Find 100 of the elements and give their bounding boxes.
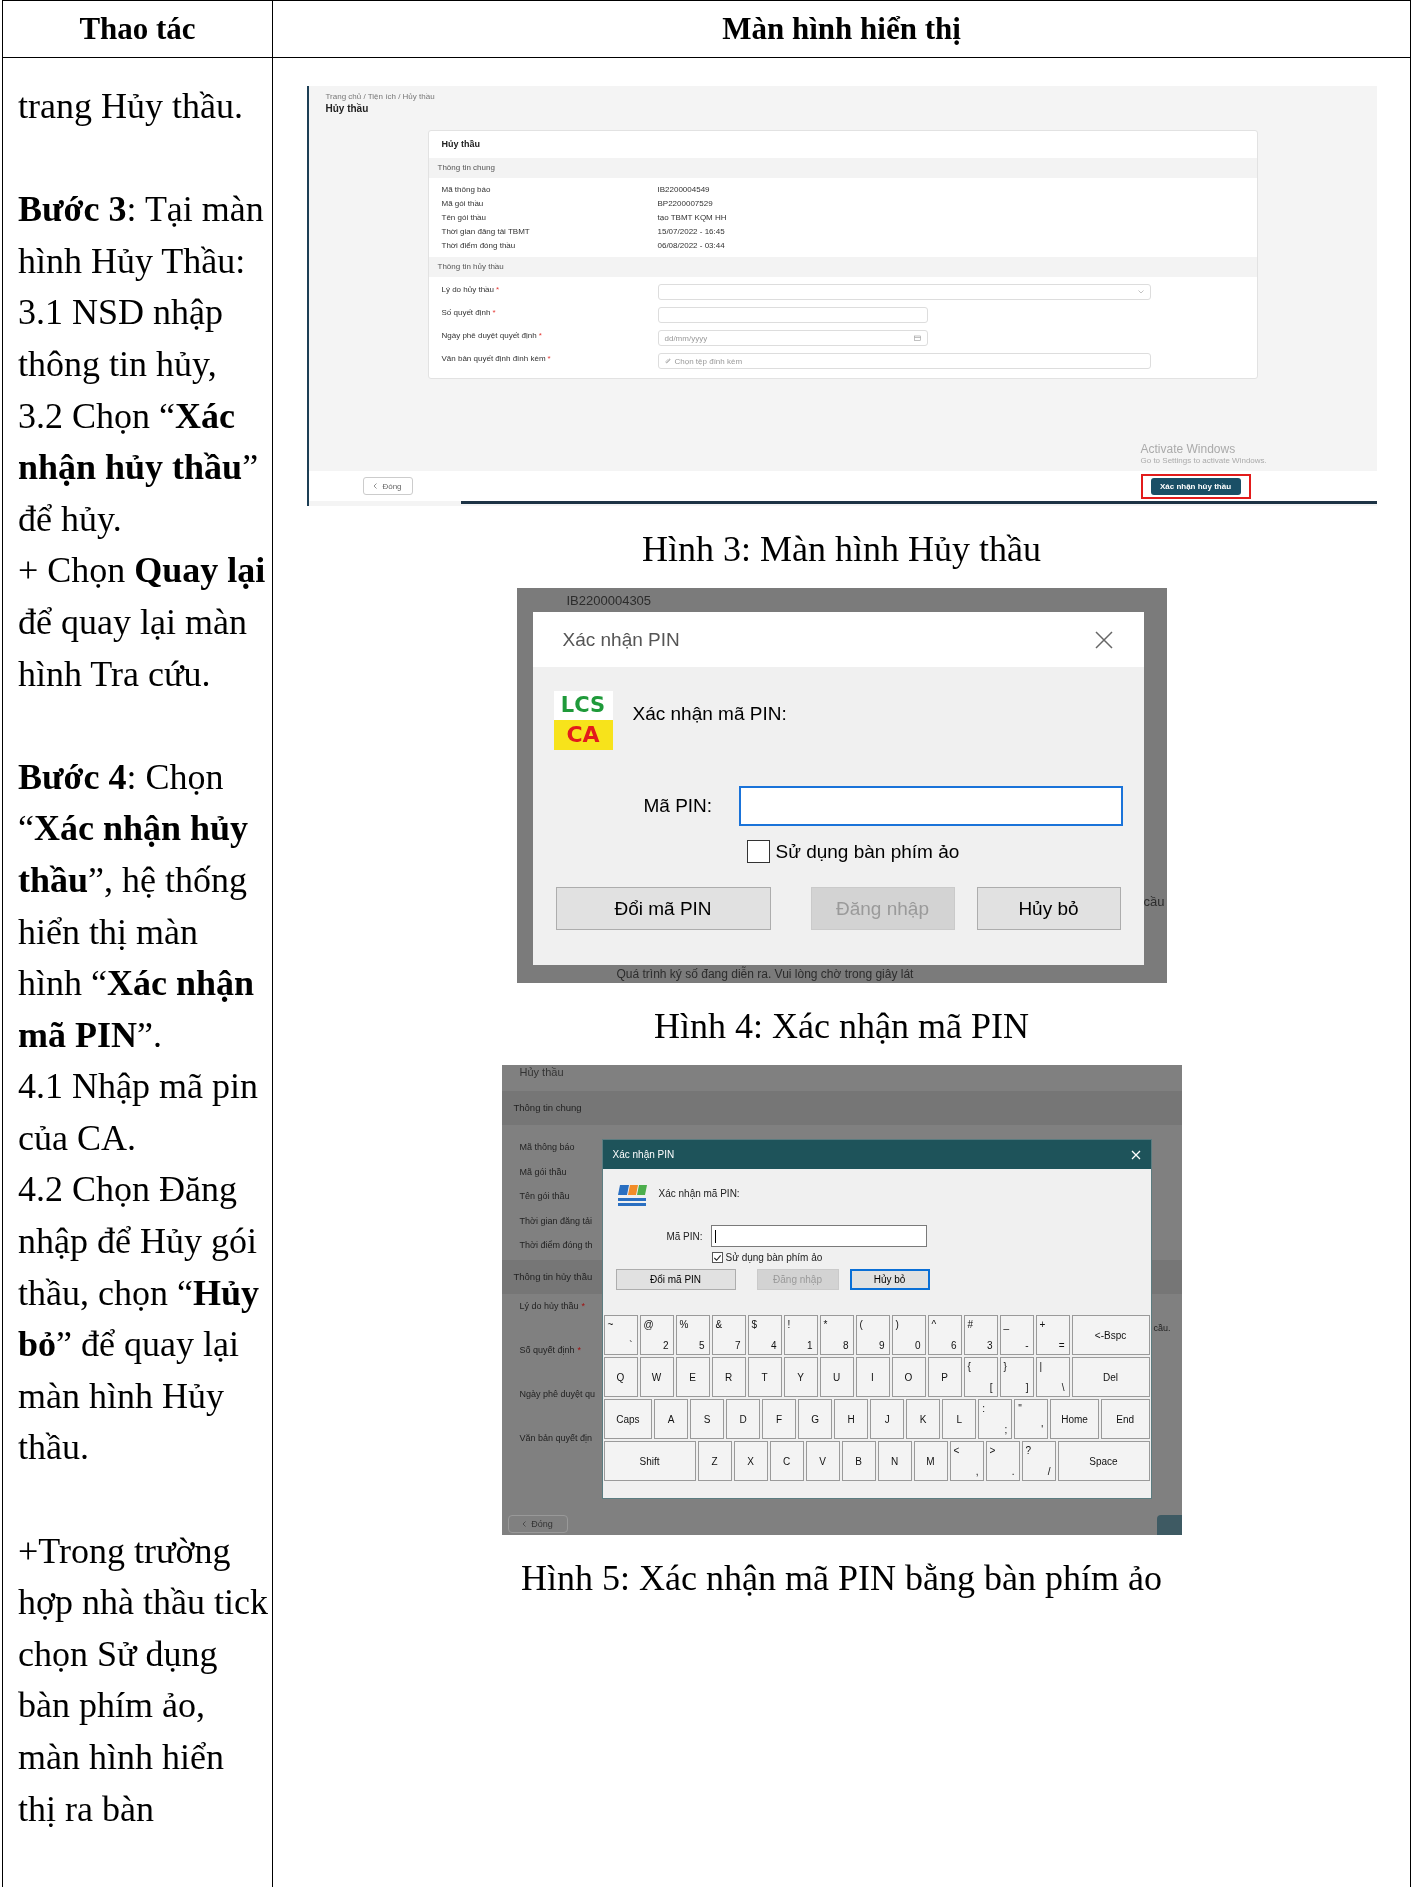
instruction-text: 3.1 NSD nhập thông tin hủy,: [18, 291, 224, 386]
keyboard-key[interactable]: G: [798, 1399, 833, 1439]
keyboard-key[interactable]: W: [639, 1357, 674, 1397]
keyboard-key[interactable]: @ 2: [639, 1315, 674, 1355]
dropdown-field[interactable]: [657, 284, 1151, 300]
checkbox-label: Sử dụng bàn phím ảo: [775, 840, 960, 863]
keyboard-key[interactable]: < ,: [949, 1441, 984, 1481]
keyboard-key[interactable]: " ': [1014, 1399, 1049, 1439]
keyboard-key[interactable]: V: [805, 1441, 840, 1481]
dialog-button[interactable]: Đổi mã PIN: [615, 1269, 736, 1290]
instruction-text: Bước 4: Chọn “Xác nhận hủy thầu”, hệ thống hiển thị màn hình “Xác nhận mã PIN”.: [18, 755, 256, 1057]
keyboard-key[interactable]: S: [690, 1399, 725, 1439]
field-label: Mã thông báo: [441, 184, 492, 196]
button-edge: [1156, 1515, 1182, 1535]
key-symbol: ~: [607, 1319, 614, 1330]
input-field[interactable]: [657, 307, 928, 323]
keyboard-key[interactable]: : ;: [978, 1399, 1013, 1439]
keyboard-key[interactable]: D: [726, 1399, 761, 1439]
keyboard-key[interactable]: > .: [985, 1441, 1020, 1481]
keyboard-key[interactable]: $ 4: [747, 1315, 782, 1355]
prompt-text: Xác nhận mã PIN:: [632, 703, 787, 725]
keyboard-key[interactable]: K: [906, 1399, 941, 1439]
keyboard-key[interactable]: Shift: [603, 1441, 696, 1481]
section-header: Thông tin hủy thầu: [428, 257, 1257, 277]
key-symbol: 5: [698, 1340, 705, 1351]
field-label: Số quyết định: [441, 308, 491, 317]
keyboard-key[interactable]: Z: [697, 1441, 732, 1481]
keyboard-key[interactable]: End: [1100, 1399, 1150, 1439]
keyboard-key[interactable]: U: [819, 1357, 854, 1397]
checkbox[interactable]: [711, 1252, 723, 1263]
pin-field[interactable]: [710, 1225, 927, 1247]
keyboard-key[interactable]: <-Bspc: [1071, 1315, 1150, 1355]
keyboard-key[interactable]: Y: [783, 1357, 818, 1397]
keyboard-key[interactable]: Space: [1057, 1441, 1150, 1481]
key-symbol: ": [1018, 1403, 1022, 1414]
keyboard-key[interactable]: J: [870, 1399, 905, 1439]
checkbox[interactable]: [746, 840, 770, 863]
keyboard-key[interactable]: C: [769, 1441, 804, 1481]
field-label: Mã thông báo: [519, 1142, 575, 1152]
keyboard-key[interactable]: L: [942, 1399, 977, 1439]
key-symbol: #: [967, 1319, 974, 1330]
field-label: Mã PIN:: [643, 795, 714, 817]
dialog-button[interactable]: Hủy bỏ: [976, 887, 1121, 930]
instruction-text: 3.2 Chọn “Xác nhận hủy thầu” để hủy.: [18, 394, 260, 541]
key-symbol: 0: [914, 1340, 921, 1351]
keyboard-key[interactable]: # 3: [963, 1315, 998, 1355]
keyboard-key[interactable]: H: [834, 1399, 869, 1439]
keyboard-key[interactable]: ~ `: [603, 1315, 638, 1355]
keyboard-key[interactable]: X: [733, 1441, 768, 1481]
keyboard-key[interactable]: O: [891, 1357, 926, 1397]
keyboard-key[interactable]: ! 1: [783, 1315, 818, 1355]
keyboard-key[interactable]: Del: [1071, 1357, 1150, 1397]
keyboard-key[interactable]: B: [841, 1441, 876, 1481]
logo-text: CA: [553, 720, 613, 750]
required-mark: *: [547, 354, 551, 363]
keyboard-key[interactable]: A: [654, 1399, 689, 1439]
key-symbol: \: [1061, 1382, 1065, 1393]
keyboard-key[interactable]: Caps: [603, 1399, 653, 1439]
close-button[interactable]: [1093, 629, 1114, 650]
keyboard-key[interactable]: T: [747, 1357, 782, 1397]
keyboard-key[interactable]: Q: [603, 1357, 638, 1397]
confirm-button[interactable]: Xác nhận hủy thầu: [1150, 477, 1241, 495]
keyboard-key[interactable]: & 7: [711, 1315, 746, 1355]
field-label: Lý do hủy thầu: [519, 1300, 579, 1311]
keyboard-key[interactable]: } ]: [999, 1357, 1034, 1397]
key-symbol: 7: [734, 1340, 741, 1351]
keyboard-key[interactable]: P: [927, 1357, 962, 1397]
keyboard-key[interactable]: % 5: [675, 1315, 710, 1355]
keyboard-key[interactable]: Home: [1050, 1399, 1099, 1439]
keyboard-key[interactable]: R: [711, 1357, 746, 1397]
keyboard-key[interactable]: _ -: [999, 1315, 1034, 1355]
keyboard-key[interactable]: E: [675, 1357, 710, 1397]
dialog-button[interactable]: Hủy bỏ: [849, 1269, 930, 1290]
required-mark: *: [577, 1344, 582, 1355]
instruction-text: + Chọn Quay lại để quay lại màn hình Tra cứu.: [18, 549, 267, 696]
key-symbol: 2: [662, 1340, 669, 1351]
page-title: Hủy thầu: [518, 1065, 565, 1080]
keyboard-key[interactable]: ) 0: [891, 1315, 926, 1355]
dialog-title: Xác nhận PIN: [612, 1149, 675, 1160]
keyboard-key[interactable]: * 8: [819, 1315, 854, 1355]
chevron-left-icon: [522, 1521, 527, 1527]
keyboard-key[interactable]: ? /: [1021, 1441, 1056, 1481]
logo-icon: [615, 1183, 648, 1209]
keyboard-key[interactable]: M: [913, 1441, 948, 1481]
keyboard-key[interactable]: { [: [963, 1357, 998, 1397]
field-label: Mã gói thầu: [441, 198, 485, 210]
key-symbol: ': [1041, 1424, 1044, 1435]
dialog-button[interactable]: Đổi mã PIN: [555, 887, 771, 930]
keyboard-key[interactable]: ( 9: [855, 1315, 890, 1355]
close-button[interactable]: Đóng: [362, 477, 413, 495]
keyboard-key[interactable]: + =: [1035, 1315, 1070, 1355]
notice-text: Go to Settings to activate Windows.: [1140, 456, 1267, 466]
keyboard-key[interactable]: F: [762, 1399, 797, 1439]
keyboard-key[interactable]: N: [877, 1441, 912, 1481]
keyboard-key[interactable]: ^ 6: [927, 1315, 962, 1355]
keyboard-key[interactable]: | \: [1035, 1357, 1070, 1397]
page-title: Hủy thầu: [325, 102, 370, 115]
column-header: Màn hình hiển thị: [721, 10, 962, 48]
pin-field[interactable]: [739, 786, 1123, 826]
keyboard-key[interactable]: I: [855, 1357, 890, 1397]
